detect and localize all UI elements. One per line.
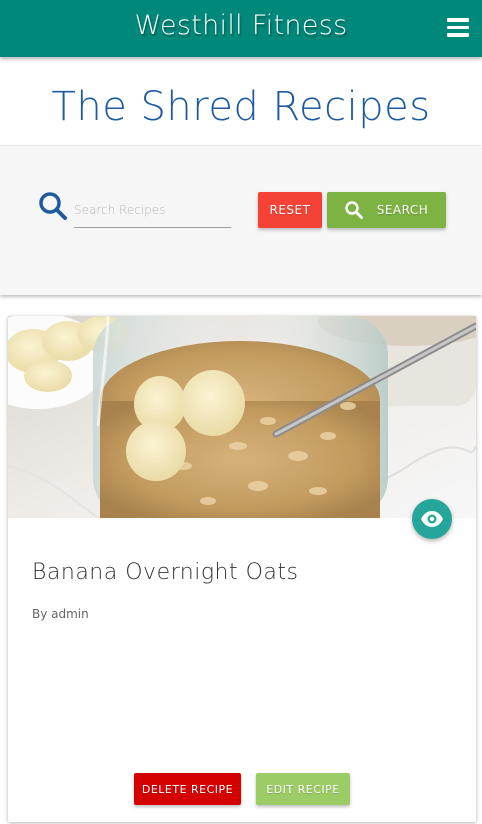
search-input[interactable] bbox=[74, 192, 231, 228]
navbar: Westhill Fitness bbox=[0, 0, 482, 57]
delete-recipe-label: Delete Recipe bbox=[141, 782, 234, 796]
edit-recipe-button[interactable]: Edit Recipe bbox=[256, 773, 350, 805]
reset-button-label: Reset bbox=[269, 203, 311, 217]
brand-logo[interactable]: Westhill Fitness bbox=[0, 10, 482, 41]
edit-recipe-label: Edit Recipe bbox=[266, 782, 340, 796]
view-recipe-button[interactable] bbox=[412, 499, 452, 539]
search-button-icon bbox=[344, 201, 363, 219]
recipe-image[interactable] bbox=[8, 316, 476, 518]
eye-icon bbox=[421, 511, 443, 527]
search-button-label: Search bbox=[376, 203, 429, 217]
delete-recipe-button[interactable]: Delete Recipe bbox=[134, 773, 241, 805]
reset-button[interactable]: Reset bbox=[258, 192, 322, 228]
recipe-author: By admin bbox=[32, 607, 89, 621]
search-icon bbox=[39, 192, 67, 220]
hamburger-menu-icon[interactable] bbox=[447, 18, 469, 37]
recipe-title: Banana Overnight Oats bbox=[32, 560, 299, 585]
search-button[interactable]: Search bbox=[327, 192, 446, 228]
recipe-card: Banana Overnight Oats By admin bbox=[8, 316, 476, 822]
page-title: The Shred Recipes bbox=[51, 84, 431, 130]
